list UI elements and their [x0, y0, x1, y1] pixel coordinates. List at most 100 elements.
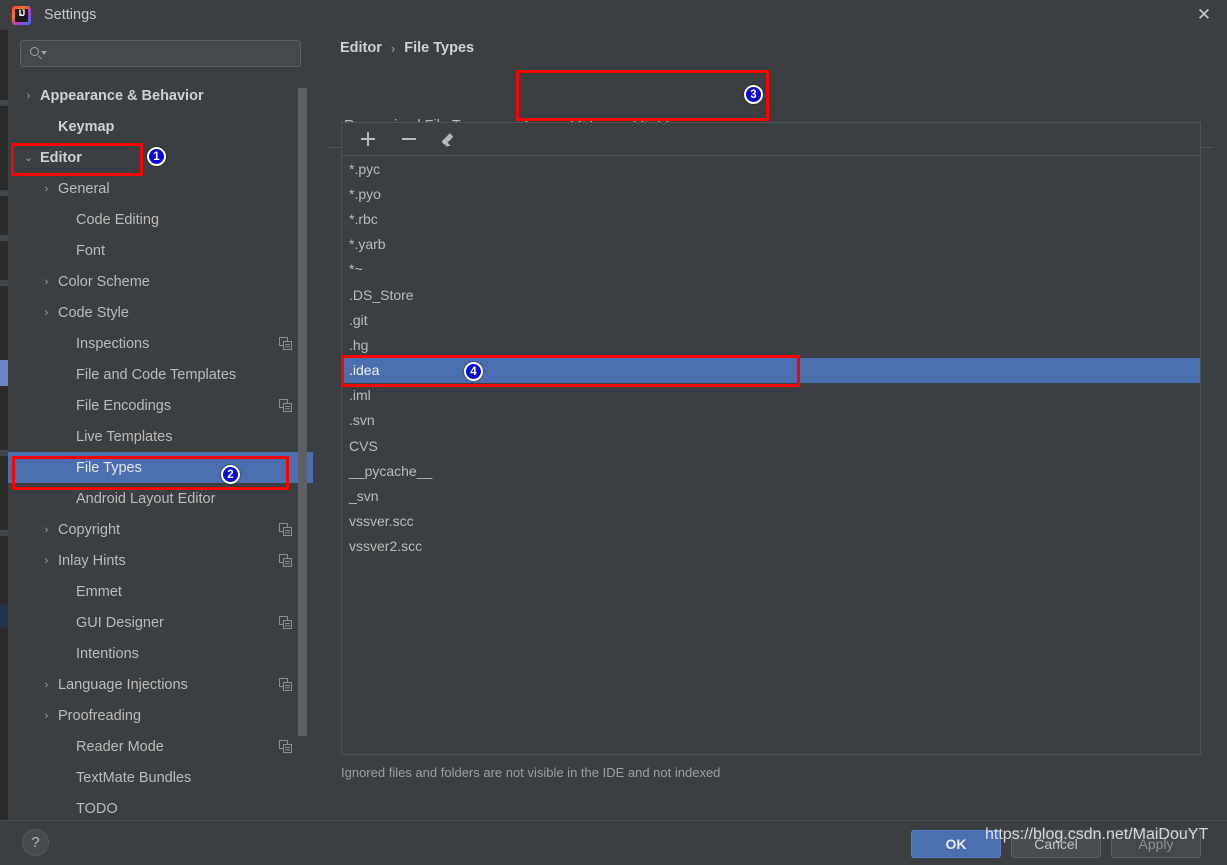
copy-settings-icon: [279, 740, 292, 753]
sidebar-item-inspections[interactable]: Inspections: [8, 328, 313, 359]
list-item[interactable]: *~: [342, 257, 1200, 282]
list-item[interactable]: *.pyo: [342, 181, 1200, 206]
sidebar-item-file-and-code-templates[interactable]: File and Code Templates: [8, 359, 313, 390]
sidebar-item-font[interactable]: Font: [8, 235, 313, 266]
list-item-value: .DS_Store: [349, 286, 414, 303]
sidebar-item-label: File Types: [76, 459, 142, 476]
sidebar-item-reader-mode[interactable]: Reader Mode: [8, 731, 313, 762]
annotation-badge-2: 2: [221, 465, 240, 484]
sidebar-item-label: Emmet: [76, 583, 122, 600]
list-item-value: __pycache__: [349, 462, 433, 479]
chevron-right-icon[interactable]: ›: [40, 307, 53, 319]
annotation-badge-3: 3: [744, 85, 763, 104]
sidebar-item-intentions[interactable]: Intentions: [8, 638, 313, 669]
sidebar-item-label: Color Scheme: [58, 273, 150, 290]
list-item[interactable]: vssver2.scc: [342, 534, 1200, 559]
edit-button[interactable]: [437, 127, 463, 151]
list-item-value: .iml: [349, 387, 371, 404]
list-toolbar: [342, 123, 1200, 156]
ignored-list[interactable]: *.pyc *.pyo *.rbc *.yarb *~ .DS_Store .git .hg.…: [342, 156, 1200, 754]
sidebar-item-color-scheme[interactable]: › Color Scheme: [8, 266, 313, 297]
list-item[interactable]: *.yarb: [342, 232, 1200, 257]
breadcrumb-parent[interactable]: Editor: [340, 40, 382, 56]
annotation-badge-1: 1: [147, 147, 166, 166]
list-item-value: *.pyo: [349, 185, 381, 202]
list-item[interactable]: .git: [342, 307, 1200, 332]
copy-settings-icon: [279, 337, 292, 350]
chevron-down-icon[interactable]: ⌄: [22, 151, 35, 164]
list-item[interactable]: .hg: [342, 332, 1200, 357]
search-box[interactable]: [20, 40, 301, 67]
sidebar-item-live-templates[interactable]: Live Templates: [8, 421, 313, 452]
list-item-value: _svn: [349, 488, 379, 505]
sidebar-item-emmet[interactable]: Emmet: [8, 576, 313, 607]
sidebar-item-label: Android Layout Editor: [76, 490, 216, 507]
plus-icon: [361, 132, 375, 146]
sidebar-item-code-editing[interactable]: Code Editing: [8, 204, 313, 235]
sidebar-item-copyright[interactable]: › Copyright: [8, 514, 313, 545]
sidebar-item-label: Proofreading: [58, 707, 142, 724]
sidebar-item-label: Live Templates: [76, 428, 173, 445]
sidebar-item-textmate-bundles[interactable]: TextMate Bundles: [8, 762, 313, 793]
list-item-value: *.pyc: [349, 160, 381, 177]
sidebar-item-gui-designer[interactable]: GUI Designer: [8, 607, 313, 638]
sidebar-item-label: GUI Designer: [76, 614, 164, 631]
sidebar-item-code-style[interactable]: › Code Style: [8, 297, 313, 328]
list-item[interactable]: __pycache__: [342, 458, 1200, 483]
list-item[interactable]: .svn: [342, 408, 1200, 433]
list-item-value: CVS: [349, 437, 378, 454]
sidebar-item-label: File Encodings: [76, 397, 172, 414]
settings-dialog: IJ Settings ✕ › Appearance & Behavior Keym…: [0, 0, 1227, 865]
list-item[interactable]: _svn: [342, 483, 1200, 508]
breadcrumb-separator-icon: ›: [390, 40, 396, 56]
chevron-right-icon[interactable]: ›: [22, 90, 35, 102]
copy-settings-icon: [279, 554, 292, 567]
sidebar-item-android-layout-editor[interactable]: Android Layout Editor: [8, 483, 313, 514]
sidebar-item-label: Inspections: [76, 335, 150, 352]
chevron-right-icon[interactable]: ›: [40, 710, 53, 722]
chevron-right-icon[interactable]: ›: [40, 276, 53, 288]
copy-settings-icon: [279, 523, 292, 536]
sidebar-item-file-types[interactable]: File Types: [8, 452, 313, 483]
sidebar-item-label: TODO: [76, 800, 118, 817]
sidebar-item-file-encodings[interactable]: File Encodings: [8, 390, 313, 421]
close-icon[interactable]: ✕: [1181, 0, 1227, 30]
sidebar-item-label: Inlay Hints: [58, 552, 126, 569]
sidebar-item-appearance-behavior[interactable]: › Appearance & Behavior: [8, 80, 313, 111]
background-window-sliver: [0, 30, 8, 835]
list-item[interactable]: .iml: [342, 383, 1200, 408]
sidebar-item-label: File and Code Templates: [76, 366, 237, 383]
hint-text: Ignored files and folders are not visibl…: [341, 765, 721, 780]
sidebar-item-label: Reader Mode: [76, 738, 164, 755]
add-button[interactable]: [355, 127, 381, 151]
sidebar-item-label: Code Editing: [76, 211, 160, 228]
sidebar-item-inlay-hints[interactable]: › Inlay Hints: [8, 545, 313, 576]
chevron-right-icon[interactable]: ›: [40, 524, 53, 536]
list-item[interactable]: CVS: [342, 433, 1200, 458]
copy-settings-icon: [279, 678, 292, 691]
chevron-right-icon[interactable]: ›: [40, 183, 53, 195]
list-item[interactable]: .DS_Store: [342, 282, 1200, 307]
list-item[interactable]: *.rbc: [342, 206, 1200, 231]
sidebar-item-language-injections[interactable]: › Language Injections: [8, 669, 313, 700]
list-item[interactable]: vssver.scc: [342, 509, 1200, 534]
breadcrumb-current: File Types: [404, 40, 475, 56]
sidebar-item-label: TextMate Bundles: [76, 769, 192, 786]
list-item-value: *.rbc: [349, 210, 378, 227]
chevron-right-icon[interactable]: ›: [40, 555, 53, 567]
sidebar-item-proofreading[interactable]: › Proofreading: [8, 700, 313, 731]
remove-button[interactable]: [396, 127, 422, 151]
copy-settings-icon: [279, 399, 292, 412]
help-button[interactable]: ?: [22, 829, 49, 856]
title-bar: IJ Settings ✕: [0, 0, 1227, 30]
list-item[interactable]: *.pyc: [342, 156, 1200, 181]
sidebar-item-label: Intentions: [76, 645, 139, 662]
sidebar-item-todo[interactable]: TODO: [8, 793, 313, 820]
window-title: Settings: [44, 7, 97, 23]
chevron-right-icon[interactable]: ›: [40, 679, 53, 691]
list-item-value: .idea: [349, 362, 380, 379]
search-input[interactable]: [44, 46, 300, 61]
sidebar-item-general[interactable]: › General: [8, 173, 313, 204]
sidebar-scrollbar[interactable]: [298, 88, 307, 736]
sidebar-item-keymap[interactable]: Keymap: [8, 111, 313, 142]
